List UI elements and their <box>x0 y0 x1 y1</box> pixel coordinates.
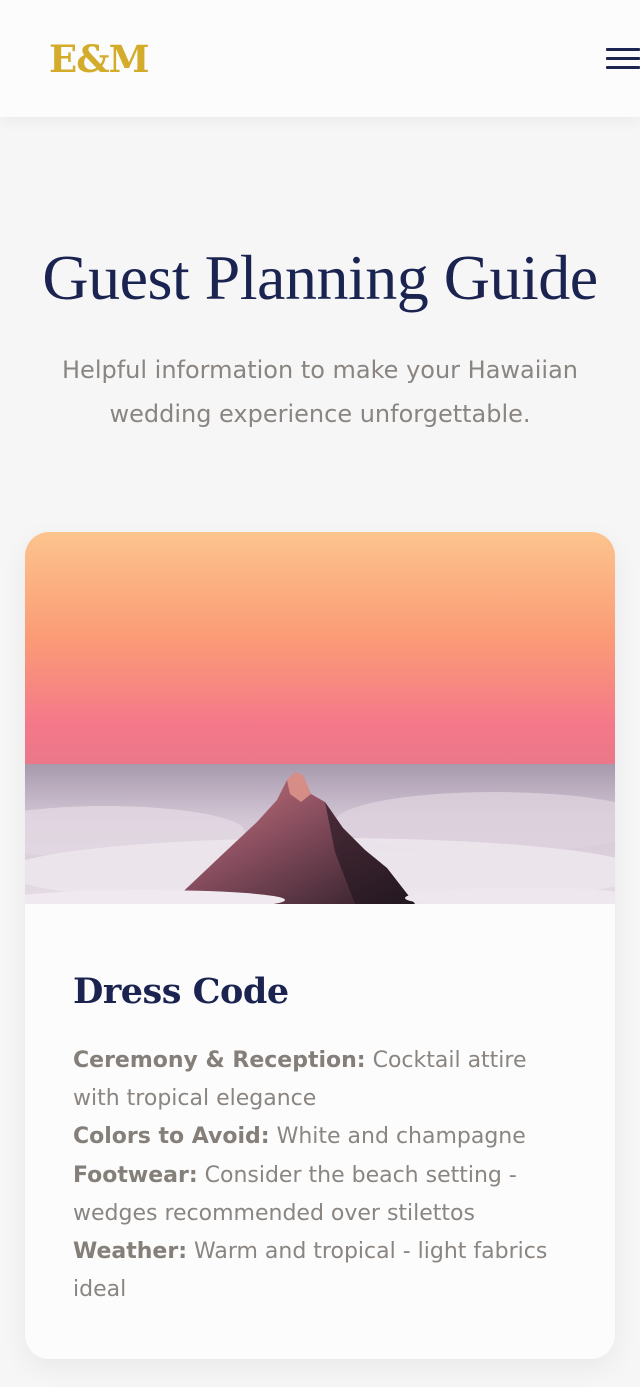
site-logo[interactable]: E&M <box>49 37 150 81</box>
mountain-sunset-image <box>25 532 615 904</box>
list-item: Footwear: Consider the beach setting - w… <box>73 1157 573 1233</box>
hamburger-menu-icon[interactable] <box>598 40 640 76</box>
item-label: Ceremony & Reception: <box>73 1048 366 1073</box>
item-label: Weather: <box>73 1239 187 1265</box>
dress-code-list: Ceremony & Reception: Cocktail attire wi… <box>73 1042 573 1309</box>
item-text: White and champagne <box>276 1124 526 1150</box>
card-title: Dress Code <box>73 971 289 1012</box>
list-item: Colors to Avoid: White and champagne <box>73 1118 573 1156</box>
list-item: Ceremony & Reception: Cocktail attire wi… <box>73 1042 573 1118</box>
list-item: Weather: Warm and tropical - light fabri… <box>73 1233 573 1309</box>
item-label: Footwear: <box>73 1162 198 1188</box>
page-title: Guest Planning Guide <box>42 242 598 313</box>
site-header: E&M <box>0 0 640 117</box>
page-subtitle: Helpful information to make your Hawaiia… <box>62 356 578 428</box>
item-label: Colors to Avoid: <box>73 1124 270 1150</box>
dress-code-card: Dress Code Ceremony & Reception: Cocktai… <box>25 532 615 1359</box>
